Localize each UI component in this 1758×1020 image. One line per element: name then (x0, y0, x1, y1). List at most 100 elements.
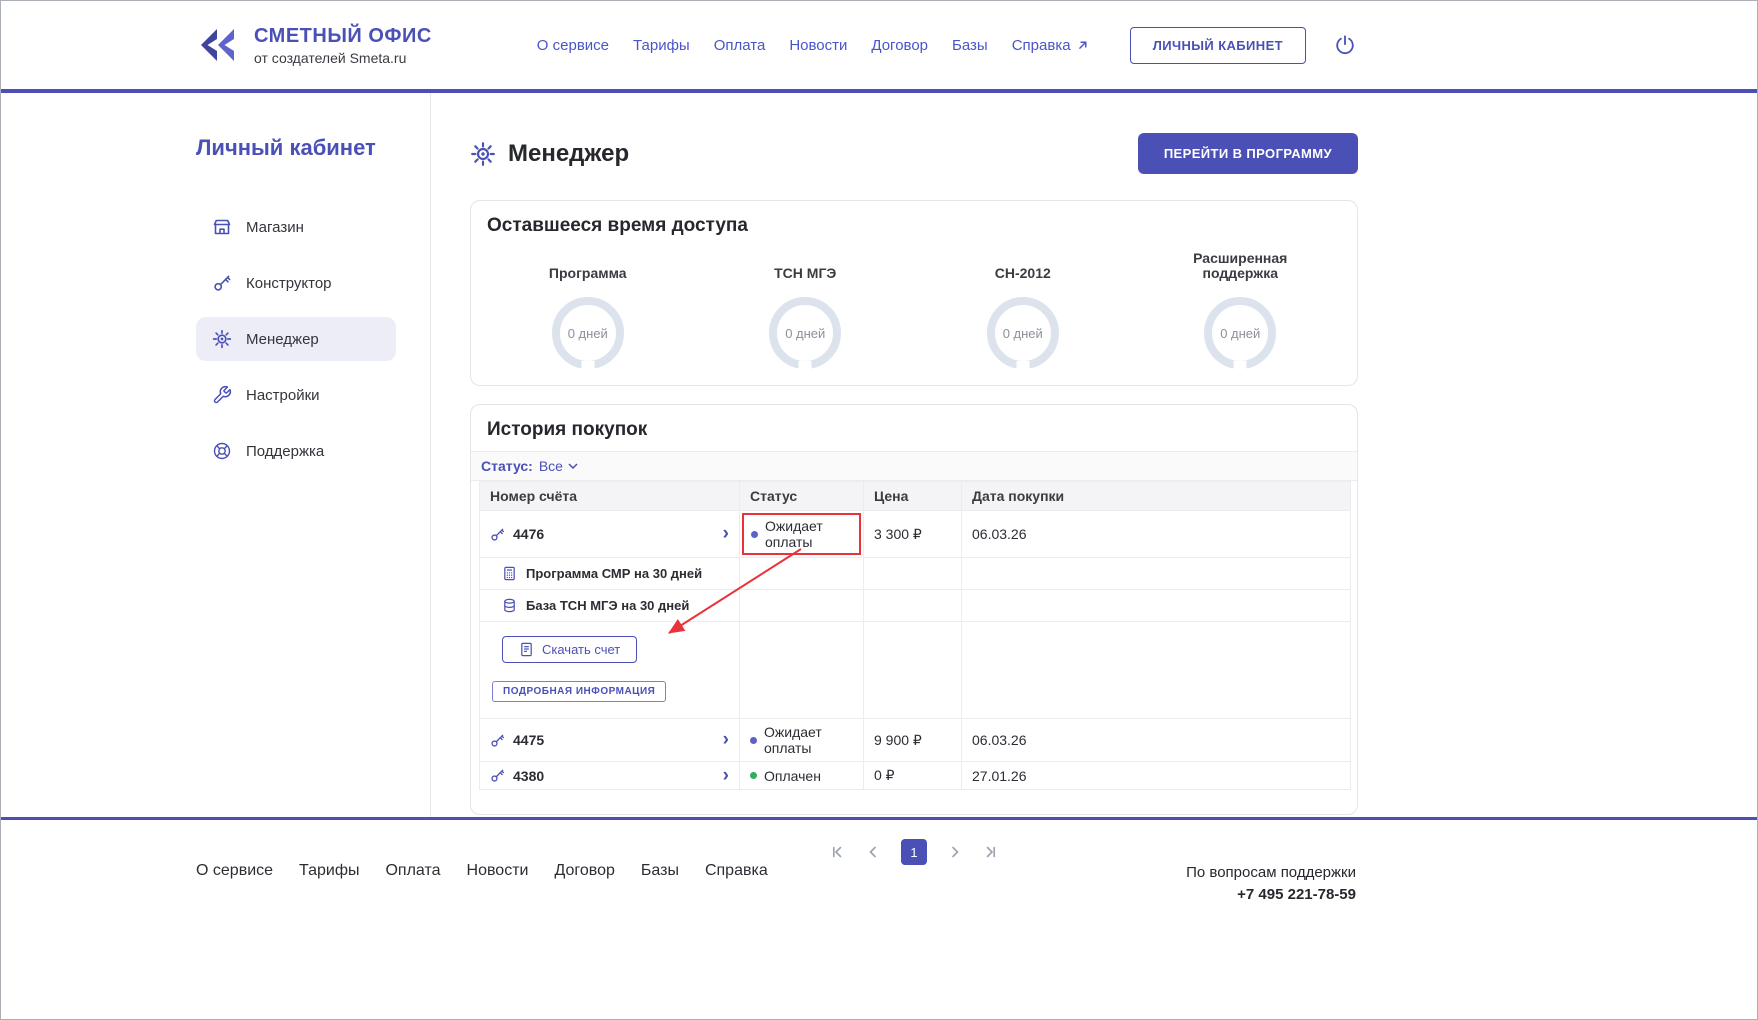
next-page-icon (947, 844, 963, 860)
gauge-ring: 0 дней (987, 297, 1059, 369)
shop-icon (212, 217, 232, 237)
account-button[interactable]: ЛИЧНЫЙ КАБИНЕТ (1130, 27, 1306, 64)
support-label: По вопросам поддержки (1186, 862, 1356, 884)
gauge-label: ТСН МГЭ (740, 247, 870, 281)
status-text: Ожидает оплаты (764, 724, 853, 756)
sidebar-item-manager[interactable]: Менеджер (196, 317, 396, 361)
status-dot-pending (750, 737, 757, 744)
gauge-label: Расширенная поддержка (1175, 247, 1305, 281)
chevron-down-icon (568, 463, 578, 469)
date-cell: 06.03.26 (962, 719, 1351, 762)
logo-text: СМЕТНЫЙ ОФИС от создателей Smeta.ru (254, 25, 432, 66)
access-card-title: Оставшееся время доступа (487, 215, 1341, 237)
key-icon (212, 273, 232, 293)
pagination-next-button[interactable] (947, 844, 963, 860)
gear-icon (470, 141, 496, 167)
logo-subtitle: от создателей Smeta.ru (254, 50, 432, 66)
pagination-prev-button[interactable] (865, 844, 881, 860)
main-title-wrap: Менеджер (470, 140, 629, 168)
download-invoice-button[interactable]: Скачать счет (502, 636, 637, 663)
power-icon (1334, 34, 1356, 56)
gauge-sn-2012: СН-2012 0 дней (914, 247, 1132, 369)
status-filter-value: Все (539, 458, 563, 474)
annotation-box: Ожидает оплаты (742, 513, 861, 555)
key-icon (490, 733, 505, 748)
status-dot-pending (751, 531, 758, 538)
invoice-number: 4380 (513, 768, 544, 784)
gauge-value: 0 дней (1220, 326, 1260, 341)
purchase-history-card: История покупок Статус: Все Номер счёта … (470, 404, 1358, 815)
empty-cell (740, 558, 864, 590)
logo[interactable]: СМЕТНЫЙ ОФИС от создателей Smeta.ru (196, 25, 432, 66)
empty-cell (740, 622, 864, 719)
table-header-row: Номер счёта Статус Цена Дата покупки (480, 482, 1351, 511)
invoice-actions-row: Скачать счет ПОДРОБНАЯ ИНФОРМАЦИЯ (480, 622, 1351, 719)
nav-link-news[interactable]: Новости (789, 37, 847, 54)
purchase-item-label: Программа СМР на 30 дней (526, 566, 702, 581)
footer-link-payment[interactable]: Оплата (385, 862, 440, 880)
invoice-number: 4476 (513, 526, 544, 542)
pagination-first-button[interactable] (829, 844, 845, 860)
col-header-date: Дата покупки (962, 482, 1351, 511)
empty-cell (740, 590, 864, 622)
support-phone: +7 495 221-78-59 (1186, 884, 1356, 906)
gauge-value: 0 дней (785, 326, 825, 341)
col-header-price: Цена (864, 482, 962, 511)
sidebar-item-label: Поддержка (246, 443, 324, 460)
nav-link-about[interactable]: О сервисе (537, 37, 609, 54)
footer-link-tariffs[interactable]: Тарифы (299, 862, 359, 880)
database-icon (502, 598, 517, 613)
page-title: Менеджер (508, 140, 629, 168)
sidebar-item-shop[interactable]: Магазин (196, 205, 396, 249)
pagination-last-button[interactable] (983, 844, 999, 860)
gauge-label: СН-2012 (958, 247, 1088, 281)
sidebar-item-label: Менеджер (246, 331, 319, 348)
main-head: Менеджер ПЕРЕЙТИ В ПРОГРАММУ (470, 133, 1358, 174)
gauge-ring: 0 дней (769, 297, 841, 369)
gauge-value: 0 дней (568, 326, 608, 341)
main-content: Менеджер ПЕРЕЙТИ В ПРОГРАММУ Оставшееся … (431, 93, 1358, 817)
chevron-right-icon[interactable]: › (723, 733, 729, 747)
footer-link-help[interactable]: Справка (705, 862, 768, 880)
status-filter-label: Статус: (481, 458, 533, 474)
chevron-right-icon[interactable]: › (723, 527, 729, 541)
empty-cell (864, 558, 962, 590)
empty-cell (962, 622, 1351, 719)
support-block: По вопросам поддержки +7 495 221-78-59 (1186, 862, 1356, 906)
purchase-table: Номер счёта Статус Цена Дата покупки (479, 481, 1351, 790)
footer-link-news[interactable]: Новости (467, 862, 529, 880)
top-nav: О сервисе Тарифы Оплата Новости Договор … (537, 37, 1089, 54)
nav-link-help[interactable]: Справка (1012, 37, 1089, 54)
invoice-row-4475[interactable]: 4475 › Ожидает оплаты 9 900 ₽ 06.03.26 (480, 719, 1351, 762)
logout-button[interactable] (1334, 34, 1356, 56)
nav-link-contract[interactable]: Договор (871, 37, 928, 54)
sidebar-item-label: Магазин (246, 219, 304, 236)
date-cell: 06.03.26 (962, 511, 1351, 558)
sidebar-item-constructor[interactable]: Конструктор (196, 261, 396, 305)
nav-link-bases[interactable]: Базы (952, 37, 988, 54)
footer-link-bases[interactable]: Базы (641, 862, 679, 880)
empty-cell (962, 590, 1351, 622)
gauge-label: Программа (523, 247, 653, 281)
nav-link-tariffs[interactable]: Тарифы (633, 37, 690, 54)
footer-link-about[interactable]: О сервисе (196, 862, 273, 880)
invoice-icon (519, 642, 534, 657)
footer-link-contract[interactable]: Договор (554, 862, 614, 880)
details-button[interactable]: ПОДРОБНАЯ ИНФОРМАЦИЯ (492, 681, 666, 702)
gauge-extended-support: Расширенная поддержка 0 дней (1132, 247, 1350, 369)
history-card-title: История покупок (471, 405, 1357, 451)
invoice-row-4476[interactable]: 4476 › Ожидает оплаты 3 300 ₽ 06.03.26 (480, 511, 1351, 558)
sidebar-item-support[interactable]: Поддержка (196, 429, 396, 473)
key-icon (490, 768, 505, 783)
chevron-right-icon[interactable]: › (723, 769, 729, 783)
nav-link-payment[interactable]: Оплата (714, 37, 766, 54)
empty-cell (864, 622, 962, 719)
go-to-program-button[interactable]: ПЕРЕЙТИ В ПРОГРАММУ (1138, 133, 1358, 174)
status-text: Оплачен (764, 768, 821, 784)
sidebar-item-settings[interactable]: Настройки (196, 373, 396, 417)
status-filter-row: Статус: Все (471, 451, 1357, 481)
invoice-row-4380[interactable]: 4380 › Оплачен 0 ₽ 27.01.26 (480, 762, 1351, 790)
pagination-page-1[interactable]: 1 (901, 839, 927, 865)
invoice-number: 4475 (513, 732, 544, 748)
status-filter-dropdown[interactable]: Все (539, 458, 578, 474)
